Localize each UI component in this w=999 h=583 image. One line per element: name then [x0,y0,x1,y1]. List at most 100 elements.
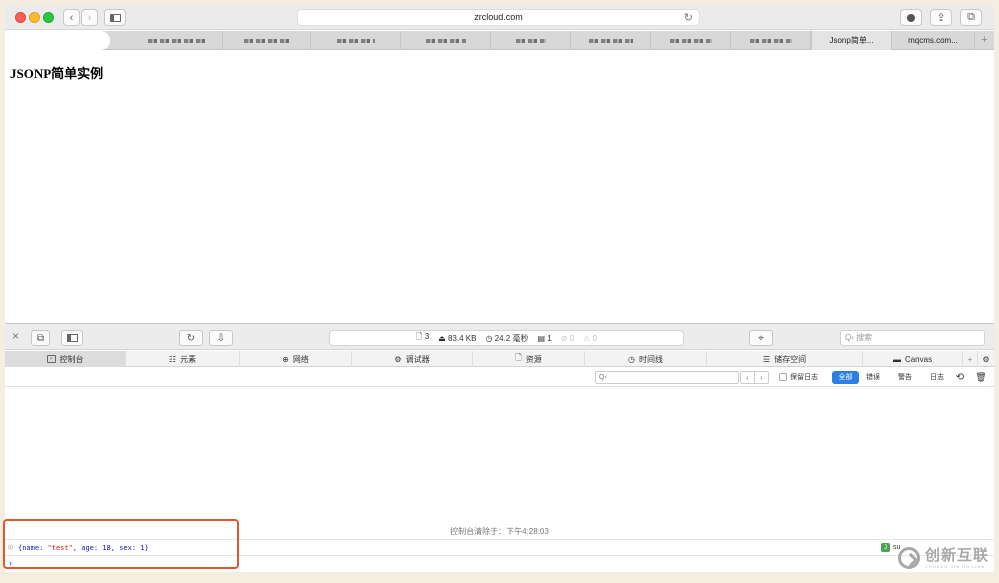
trash-icon: 🗑 [975,372,987,382]
detach-button[interactable]: ⧉ [31,330,50,346]
element-picker-button[interactable]: ⌖ [749,330,773,346]
browser-window: ‹ › zrcloud.com ↻ ⇪ ⧉ Jsonp简单... mqcms.c… [5,5,994,572]
timeline-icon: ◷ [628,354,635,364]
gear-icon: ⚙ [982,354,990,364]
tab-mqcms[interactable]: mqcms.com... [891,31,974,50]
share-icon: ⇪ [936,12,946,24]
tab-redacted[interactable] [223,31,311,50]
resource-stats[interactable]: 🗋 3 ⏏ 83.4 KB ◷ 24.2 毫秒 ▤ 1 ⊘ 0 ⚠ 0 [329,330,684,346]
log-count: ▤ 1 [537,333,552,343]
weight-icon: ⏏ [438,333,446,343]
resource-size: ⏏ 83.4 KB [438,333,477,343]
storage-icon: ☰ [762,354,771,364]
shield-button[interactable] [900,9,922,26]
address-bar[interactable]: zrcloud.com ↻ [297,9,700,26]
sidebar-button[interactable] [104,9,126,26]
chevron-right-icon: › [87,11,92,24]
watermark-text: 创新互联 [925,546,990,564]
plus-icon: + [967,354,973,364]
download-button[interactable]: ⇩ [209,330,233,346]
shield-icon [907,13,915,22]
devtools-search-input[interactable]: Q‹ 搜索 [840,330,985,346]
tab-debugger[interactable]: ⚙ 调试器 [352,351,473,367]
error-count: ⊘ 0 [560,333,575,343]
close-devtools-icon[interactable]: × [12,329,19,343]
document-icon: 🗋 [416,332,423,341]
tab-timeline[interactable]: ◷ 时间线 [585,351,707,367]
keep-log-checkbox[interactable] [779,373,787,381]
tab-redacted[interactable] [571,31,651,50]
prev-match-button[interactable]: ‹ [741,372,755,383]
devtools-tabs: › 控制台 ☷ 元素 ⊕ 网络 ⚙ 调试器 🗋 资源 ◷ 时间线 ☰ 储存空间 ▬ Canvas… [5,351,994,367]
error-icon: ⊘ [560,333,568,343]
crosshair-icon: ⌖ [758,332,764,344]
minimize-window-button[interactable] [29,12,40,23]
tab-redacted[interactable] [651,31,731,50]
tabs-overview-icon: ⧉ [967,11,975,23]
tab-elements[interactable]: ☷ 元素 [126,351,240,367]
close-window-button[interactable] [15,12,26,23]
chevron-left-icon: ‹ [69,11,74,24]
filter-warnings[interactable]: 警告 [895,371,915,384]
reload-page-button[interactable]: ↻ [179,330,203,346]
canvas-icon: ▬ [892,354,901,364]
tabs-overview-button[interactable]: ⧉ [960,9,982,26]
settings-button[interactable]: ⚙ [978,351,994,367]
filter-logs[interactable]: 日志 [927,371,947,384]
tab-redacted[interactable] [133,31,223,50]
tab-network[interactable]: ⊕ 网络 [240,351,352,367]
page-title: JSONP简单实例 [10,66,104,81]
reload-icon: ↻ [186,332,196,344]
warning-count: ⚠ 0 [583,333,597,343]
highlight-annotation-box [3,519,239,569]
filter-navigation: ‹ › [740,371,769,384]
network-icon: ⊕ [282,354,289,364]
tab-console[interactable]: › 控制台 [5,351,126,367]
dock-button[interactable] [61,330,83,346]
next-match-button[interactable]: › [755,372,768,383]
source-file-icon: J [881,543,890,552]
filter-all[interactable]: 全部 [832,371,859,384]
forward-button[interactable]: › [81,9,98,26]
load-time: ◷ 24.2 毫秒 [485,333,529,343]
elements-icon: ☷ [168,354,177,364]
debugger-icon: ⚙ [394,354,402,364]
tab-redacted[interactable] [491,31,571,50]
log-icon: ▤ [537,333,546,343]
console-icon: › [46,355,56,363]
keep-log-label: 保留日志 [790,374,818,381]
back-button[interactable]: ‹ [63,9,80,26]
url-text: zrcloud.com [474,12,523,22]
new-tab-button[interactable]: + [974,31,994,50]
tab-redacted[interactable] [311,31,401,50]
watermark-subtext: CHUANG XIN HU LIAN [925,563,986,569]
console-filter-bar: Q‹ ‹ › 保留日志 全部 错误 警告 日志 ⟲ 🗑 [5,368,994,387]
resource-count: 🗋 3 [416,332,430,341]
dock-icon [66,334,78,342]
clear-icon: ⟲ [955,372,965,383]
download-icon: ⇩ [216,332,226,344]
tab-resources[interactable]: 🗋 资源 [473,351,585,367]
tab-jsonp[interactable]: Jsonp简单... [811,31,891,50]
detach-icon: ⧉ [36,332,45,344]
console-filter-input[interactable]: Q‹ [595,371,739,384]
maximize-window-button[interactable] [43,12,54,23]
tab-redacted[interactable] [5,31,110,50]
clock-icon: ◷ [485,333,493,343]
watermark-logo: 创新互联 CHUANG XIN HU LIAN [898,547,989,569]
devtools-toolbar: × ⧉ ↻ ⇩ 🗋 3 ⏏ 83.4 KB ◷ 24.2 毫秒 ▤ 1 ⊘ 0 … [5,324,994,350]
add-tab-button[interactable]: + [963,351,978,367]
trash-button[interactable]: 🗑 [975,371,987,384]
filter-errors[interactable]: 错误 [863,371,883,384]
brand-logo-icon [898,547,920,569]
title-bar: ‹ › zrcloud.com ↻ ⇪ ⧉ [5,5,994,30]
tab-storage[interactable]: ☰ 储存空间 [707,351,863,367]
tab-canvas[interactable]: ▬ Canvas [863,351,963,367]
reload-icon[interactable]: ↻ [684,11,693,26]
tab-redacted[interactable] [731,31,811,50]
resources-icon: 🗋 [515,353,522,362]
tab-redacted[interactable] [401,31,491,50]
clear-console-button[interactable]: ⟲ [954,371,966,384]
share-button[interactable]: ⇪ [930,9,952,26]
keep-log-toggle[interactable]: 保留日志 [779,372,818,382]
